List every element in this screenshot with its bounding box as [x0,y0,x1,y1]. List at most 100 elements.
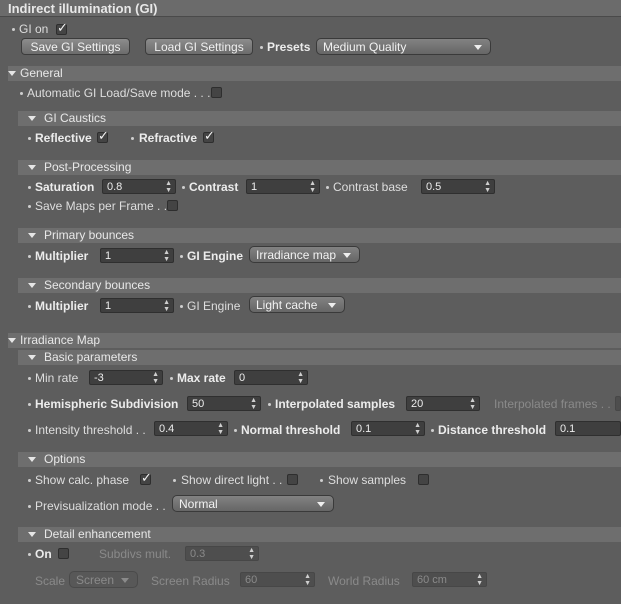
interpolated-samples-label: Interpolated samples [275,397,396,411]
spinner-arrows-icon[interactable]: ▲ ▼ [217,422,224,436]
keyframe-dot[interactable] [173,479,176,482]
secondary-gi-engine-label: GI Engine [187,299,241,313]
screen-radius-field[interactable]: 60 ▲ ▼ [240,572,315,587]
spinner-arrows-icon[interactable]: ▲ ▼ [476,573,483,587]
primary-multiplier-label: Multiplier [35,249,89,263]
keyframe-dot[interactable] [28,553,31,556]
section-secondary-bounces[interactable]: Secondary bounces [18,278,621,293]
keyframe-dot[interactable] [234,429,237,432]
spinner-arrows-icon[interactable]: ▲ ▼ [469,397,476,411]
distance-threshold-field[interactable]: 0.1 [555,421,621,436]
presets-dropdown[interactable]: Medium Quality [316,38,491,55]
interpolated-frames-field[interactable] [615,396,621,411]
subdivs-mult-value: 0.3 [190,548,206,560]
scale-dropdown[interactable]: Screen [69,571,138,588]
check-icon: ✓ [204,128,215,143]
keyframe-dot[interactable] [431,429,434,432]
keyframe-dot[interactable] [28,377,31,380]
gi-on-checkbox[interactable]: ✓ [56,20,68,35]
section-general[interactable]: General [8,66,621,81]
keyframe-dot[interactable] [20,92,23,95]
keyframe-dot[interactable] [12,28,15,31]
refractive-checkbox[interactable]: ✓ [203,128,215,143]
primary-multiplier-field[interactable]: 1 ▲ ▼ [100,248,174,263]
save-gi-settings-button[interactable]: Save GI Settings [21,38,130,55]
saturation-field[interactable]: 0.8 ▲ ▼ [102,179,176,194]
hemispheric-subdivision-field[interactable]: 50 ▲ ▼ [187,396,261,411]
keyframe-dot[interactable] [260,46,263,49]
min-rate-label: Min rate [35,371,79,385]
keyframe-dot[interactable] [182,186,185,189]
spinner-arrows-icon[interactable]: ▲ ▼ [152,371,159,385]
save-maps-checkbox[interactable] [167,200,178,211]
spinner-arrows-icon[interactable]: ▲ ▼ [165,180,172,194]
show-samples-checkbox[interactable] [418,474,429,485]
section-detail-enhancement[interactable]: Detail enhancement [18,527,621,542]
hemispheric-subdivision-label: Hemispheric Subdivision [35,397,179,411]
screen-radius-value: 60 [245,574,258,586]
section-primary-bounces[interactable]: Primary bounces [18,228,621,243]
contrast-base-field[interactable]: 0.5 ▲ ▼ [421,179,495,194]
interpolated-samples-field[interactable]: 20 ▲ ▼ [406,396,480,411]
section-options[interactable]: Options [18,452,621,467]
spinner-arrows-icon[interactable]: ▲ ▼ [163,299,170,313]
keyframe-dot[interactable] [268,403,271,406]
distance-threshold-value: 0.1 [560,423,576,435]
keyframe-dot[interactable] [28,403,31,406]
keyframe-dot[interactable] [131,137,134,140]
normal-threshold-field[interactable]: 0.1 ▲ ▼ [351,421,425,436]
auto-gi-checkbox[interactable] [211,87,222,98]
spinner-arrows-icon[interactable]: ▲ ▼ [250,397,257,411]
keyframe-dot[interactable] [326,186,329,189]
reflective-checkbox[interactable]: ✓ [97,129,109,143]
screen-radius-label: Screen Radius [151,574,230,588]
spinner-arrows-icon[interactable]: ▲ ▼ [309,180,316,194]
collapse-arrow-icon [8,71,16,76]
max-rate-value: 0 [239,372,246,384]
saturation-label: Saturation [35,180,95,194]
collapse-arrow-icon [28,233,36,238]
keyframe-dot[interactable] [320,479,323,482]
load-gi-settings-button[interactable]: Load GI Settings [145,38,253,55]
previsualization-mode-dropdown[interactable]: Normal [172,495,334,512]
keyframe-dot[interactable] [28,205,31,208]
secondary-multiplier-field[interactable]: 1 ▲ ▼ [100,298,174,313]
keyframe-dot[interactable] [170,377,173,380]
keyframe-dot[interactable] [28,255,31,258]
world-radius-field[interactable]: 60 cm ▲ ▼ [412,572,487,587]
section-irradiance-map[interactable]: Irradiance Map [8,333,621,348]
min-rate-field[interactable]: -3 ▲ ▼ [89,370,163,385]
keyframe-dot[interactable] [28,137,31,140]
world-radius-label: World Radius [328,574,400,588]
contrast-field[interactable]: 1 ▲ ▼ [246,179,320,194]
intensity-threshold-field[interactable]: 0.4 ▲ ▼ [154,421,228,436]
show-calc-phase-checkbox[interactable]: ✓ [140,471,152,485]
keyframe-dot[interactable] [28,429,31,432]
spinner-arrows-icon[interactable]: ▲ ▼ [248,547,255,561]
keyframe-dot[interactable] [28,186,31,189]
presets-value: Medium Quality [323,40,407,54]
show-direct-light-checkbox[interactable] [287,474,298,485]
secondary-gi-engine-dropdown[interactable]: Light cache [249,296,345,313]
spinner-arrows-icon[interactable]: ▲ ▼ [304,573,311,587]
subdivs-mult-field[interactable]: 0.3 ▲ ▼ [185,546,259,561]
section-post-processing[interactable]: Post-Processing [18,160,621,175]
keyframe-dot[interactable] [28,505,31,508]
detail-on-checkbox[interactable] [58,548,69,559]
keyframe-dot[interactable] [28,305,31,308]
max-rate-field[interactable]: 0 ▲ ▼ [234,370,308,385]
hemispheric-subdivision-value: 50 [192,398,205,410]
spinner-arrows-icon[interactable]: ▲ ▼ [414,422,421,436]
section-gi-caustics[interactable]: GI Caustics [18,111,621,126]
spinner-arrows-icon[interactable]: ▲ ▼ [163,249,170,263]
keyframe-dot[interactable] [28,479,31,482]
section-basic-parameters-label: Basic parameters [44,350,138,364]
keyframe-dot[interactable] [180,305,183,308]
section-basic-parameters[interactable]: Basic parameters [18,350,621,365]
keyframe-dot[interactable] [180,255,183,258]
spinner-arrows-icon[interactable]: ▲ ▼ [297,371,304,385]
check-icon: ✓ [57,20,68,35]
detail-on-label: On [35,547,52,561]
primary-gi-engine-dropdown[interactable]: Irradiance map [249,246,360,263]
spinner-arrows-icon[interactable]: ▲ ▼ [484,180,491,194]
